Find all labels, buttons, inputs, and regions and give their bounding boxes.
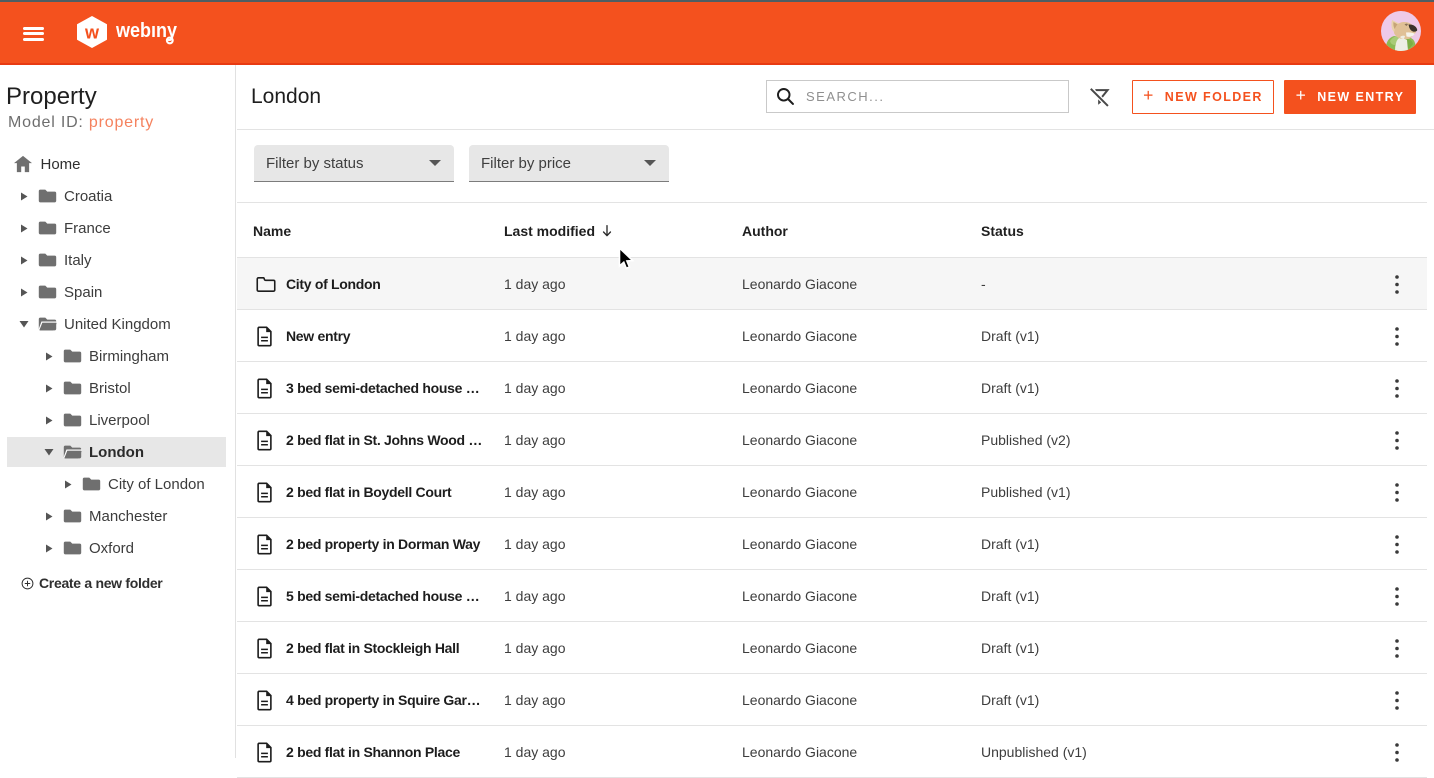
svg-text:w: w xyxy=(84,23,100,43)
